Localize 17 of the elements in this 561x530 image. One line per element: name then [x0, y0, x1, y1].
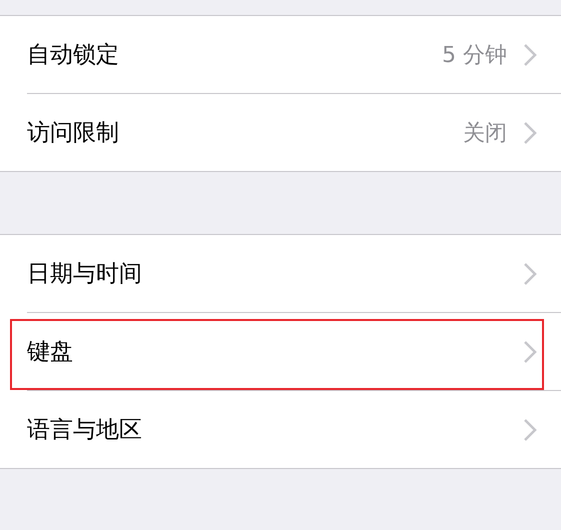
row-label: 访问限制 — [27, 119, 120, 148]
settings-row[interactable]: 日期与时间 — [0, 235, 561, 312]
chevron-icon — [523, 262, 537, 286]
row-label: 日期与时间 — [27, 260, 143, 289]
row-value: 关闭 — [463, 120, 507, 148]
settings-row[interactable]: 语言与地区 — [0, 391, 561, 468]
settings-row[interactable]: 访问限制 关闭 — [0, 94, 561, 171]
row-label: 语言与地区 — [27, 416, 143, 445]
chevron-icon — [523, 418, 537, 442]
chevron-icon — [523, 340, 537, 364]
chevron-icon — [523, 42, 537, 66]
chevron-icon — [523, 120, 537, 144]
settings-row[interactable]: 键盘 — [0, 313, 561, 390]
row-label: 自动锁定 — [27, 41, 120, 70]
row-value: 5 分钟 — [442, 42, 507, 70]
row-label: 键盘 — [27, 338, 74, 367]
settings-row[interactable]: 自动锁定 5 分钟 — [0, 16, 561, 93]
